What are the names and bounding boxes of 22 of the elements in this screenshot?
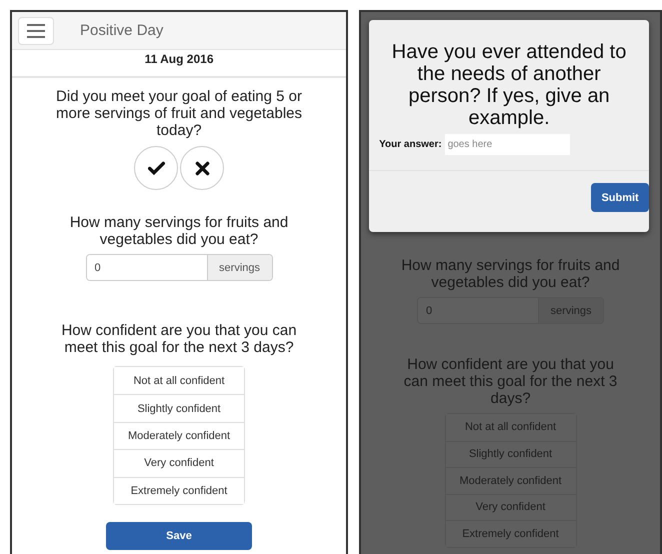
question-text: How confident are you that you can meet this goal for the next 3 days? <box>60 322 298 356</box>
date-label: 11 Aug 2016 <box>144 52 214 66</box>
cross-icon <box>194 160 211 176</box>
servings-field[interactable]: 0 servings <box>86 254 273 281</box>
menu-button[interactable] <box>18 16 54 44</box>
no-button[interactable] <box>180 146 224 190</box>
dialog-question: Have you ever attended to the needs of another person? If yes, give an example. <box>390 41 628 129</box>
question-text: Did you meet your goal of eating 5 or more servings of fruit and vegetables today? <box>55 88 304 139</box>
answer-label: Your answer: <box>379 139 442 150</box>
unit-label: servings <box>539 298 604 323</box>
menu-icon <box>27 24 45 38</box>
option-button[interactable]: Extremely confident <box>114 476 244 504</box>
submit-button[interactable]: Submit <box>591 183 650 212</box>
checkmark-icon <box>148 160 165 176</box>
question-text: How many servings for fruits and vegetables did you eat? <box>400 257 621 291</box>
question-text: How confident are you that you can meet this goal for the next 3 days? <box>403 356 618 407</box>
unit-label: servings <box>208 255 272 280</box>
save-button[interactable]: Save <box>106 522 252 550</box>
answer-field[interactable]: goes here <box>444 134 570 155</box>
app-title: Positive Day <box>80 22 164 39</box>
question-text: How many servings for fruits and vegetables did you eat? <box>68 214 290 248</box>
yes-button[interactable] <box>134 146 178 190</box>
